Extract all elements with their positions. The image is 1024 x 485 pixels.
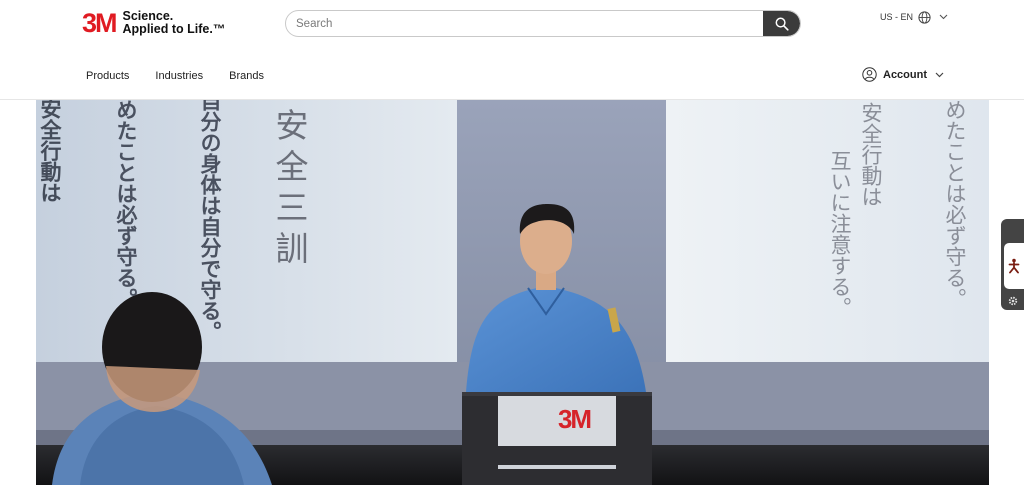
logo-tagline-line2: Applied to Life.™ bbox=[122, 22, 226, 36]
logo-tagline: Science. Applied to Life.™ bbox=[123, 10, 226, 36]
brand-logo[interactable]: 3M Science. Applied to Life.™ bbox=[82, 8, 225, 38]
nav-item-industries[interactable]: Industries bbox=[155, 69, 203, 83]
chevron-down-icon bbox=[935, 72, 944, 78]
account-menu[interactable]: Account bbox=[862, 67, 944, 82]
search-button[interactable] bbox=[763, 11, 800, 36]
accessibility-tab[interactable] bbox=[1001, 219, 1024, 310]
search-icon bbox=[775, 17, 789, 31]
locale-selector[interactable]: US - EN bbox=[880, 9, 948, 25]
screen-text-line: 安全行動は bbox=[38, 100, 63, 203]
screen-text-line: 互いに注意する。 bbox=[828, 150, 852, 318]
nav-item-products[interactable]: Products bbox=[86, 69, 129, 83]
hero-banner: 安全行動は 決めたことは必ず守る。 自分の身体は自分で守る。 安全三訓 安全行動… bbox=[36, 100, 989, 485]
accessibility-tab-inner bbox=[1004, 243, 1024, 289]
gear-icon[interactable] bbox=[1008, 296, 1018, 306]
site-header: 3M Science. Applied to Life.™ US - EN bbox=[0, 0, 1024, 100]
screen-text-line: 安全行動は bbox=[859, 102, 883, 207]
screen-text-title: 安全三訓 bbox=[270, 108, 309, 272]
account-label: Account bbox=[883, 68, 927, 81]
screen-text-line: 決めたことは必ず守る。 bbox=[943, 100, 967, 309]
screen-text-line: 決めたことは必ず守る。 bbox=[114, 100, 139, 309]
podium-logo: 3M bbox=[557, 403, 592, 434]
globe-icon bbox=[918, 10, 931, 24]
accessibility-icon bbox=[1008, 258, 1020, 274]
screen-text-line: 自分の身体は自分で守る。 bbox=[198, 100, 223, 342]
user-circle-icon bbox=[862, 67, 877, 82]
main-nav: Products Industries Brands bbox=[86, 69, 290, 83]
search-bar bbox=[285, 10, 801, 37]
nav-item-brands[interactable]: Brands bbox=[229, 69, 264, 83]
logo-mark: 3M bbox=[82, 8, 117, 38]
locale-label: US - EN bbox=[880, 12, 914, 22]
search-input[interactable] bbox=[286, 11, 764, 36]
chevron-down-icon bbox=[939, 14, 948, 20]
